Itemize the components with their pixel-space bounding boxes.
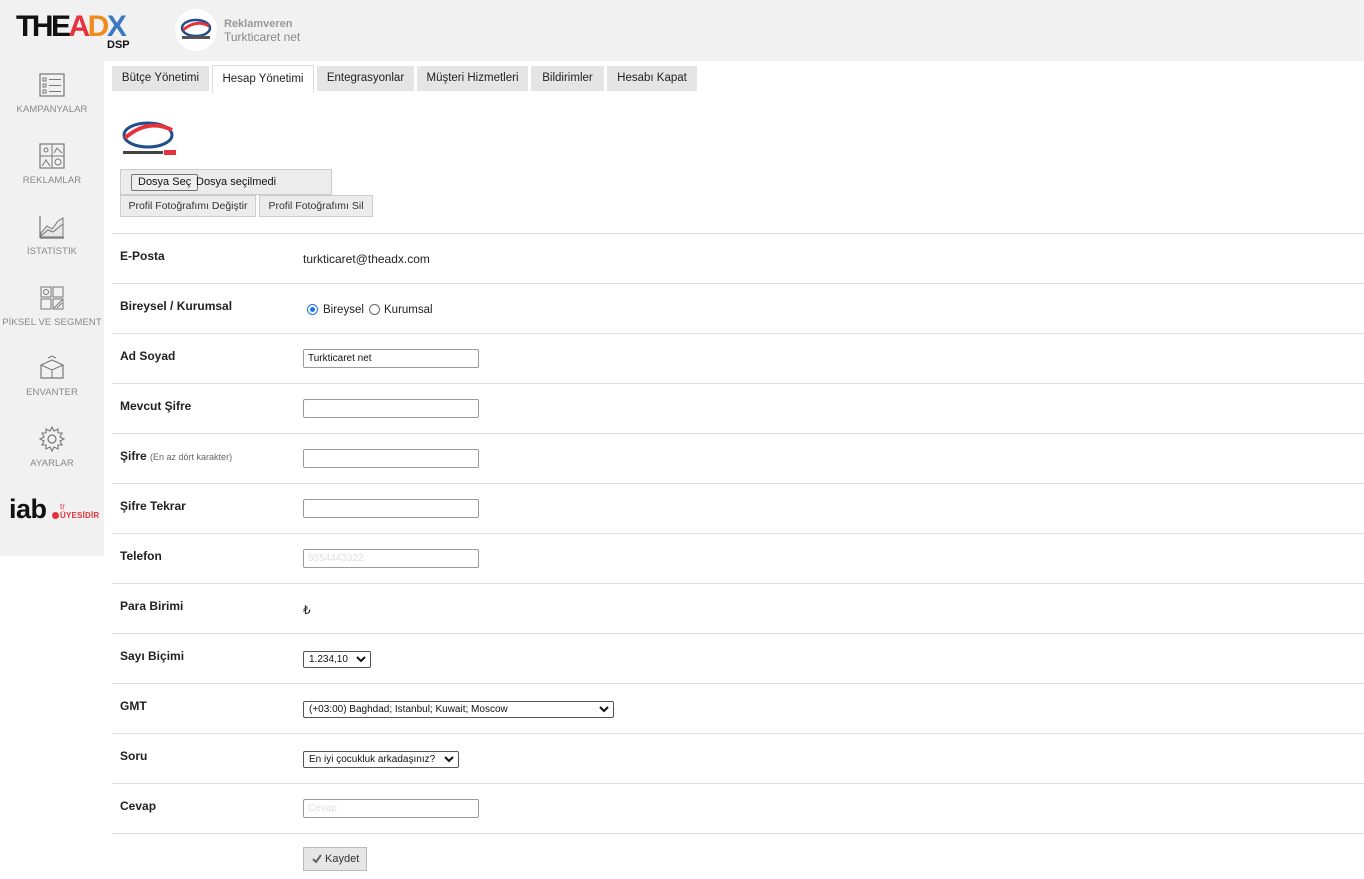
radio-individual-label: Bireysel — [323, 304, 364, 316]
save-button[interactable]: Kaydet — [303, 847, 367, 871]
row-divider — [112, 533, 1364, 534]
logo-text: THEADX — [16, 10, 127, 43]
gmt-label: GMT — [120, 699, 147, 713]
current-password-input[interactable] — [303, 399, 479, 418]
radio-corporate[interactable] — [369, 304, 380, 315]
sidebar-item-label: KAMPANYALAR — [16, 104, 88, 115]
file-upload-field: Dosya Seç Dosya seçilmedi — [120, 169, 332, 195]
chevron-down-icon — [599, 706, 609, 713]
pixel-segment-icon — [40, 286, 64, 310]
phone-input[interactable] — [303, 549, 479, 568]
chevron-down-icon — [444, 756, 454, 763]
row-divider — [112, 433, 1364, 434]
save-button-label: Kaydet — [325, 853, 360, 865]
row-divider — [112, 333, 1364, 334]
row-divider — [112, 733, 1364, 734]
file-status-text: Dosya seçilmedi — [196, 176, 277, 188]
theadx-logo[interactable]: THEADX DSP — [16, 12, 136, 52]
inventory-box-icon — [40, 355, 64, 379]
question-label: Soru — [120, 749, 148, 763]
row-divider — [112, 483, 1364, 484]
security-question-value: En iyi çocukluk arkadaşınız? — [309, 754, 436, 765]
tab-account[interactable]: Hesap Yönetimi — [212, 65, 314, 93]
answer-label: Cevap — [120, 799, 157, 813]
iab-member-badge: iab tr ÜYESİDİR — [9, 494, 99, 528]
row-divider — [112, 833, 1364, 834]
iab-member-text: ÜYESİDİR — [60, 511, 100, 520]
number-format-select[interactable]: 1.234,10 — [303, 651, 371, 668]
password-label: Şifre (En az dört karakter) — [120, 449, 232, 463]
advertiser-avatar[interactable] — [175, 9, 217, 51]
row-divider — [112, 633, 1364, 634]
currency-value: ₺ — [303, 603, 311, 617]
top-header: THEADX DSP Reklamveren Turkticaret net — [0, 0, 1364, 61]
name-input[interactable] — [303, 349, 479, 368]
password-hint: (En az dört karakter) — [150, 452, 233, 462]
choose-file-button[interactable]: Dosya Seç — [131, 174, 199, 191]
radio-corporate-label: Kurumsal — [384, 304, 433, 316]
sidebar-item-statistics[interactable]: İSTATİSTİK — [0, 213, 104, 275]
profile-picture — [120, 118, 180, 160]
advertiser-role: Reklamveren — [224, 18, 293, 30]
row-divider — [112, 783, 1364, 784]
statistics-chart-icon — [39, 216, 64, 239]
sidebar-item-settings[interactable]: AYARLAR — [0, 425, 104, 487]
campaigns-list-icon — [39, 73, 65, 97]
iab-logo-text: iab — [9, 494, 47, 524]
current-password-label: Mevcut Şifre — [120, 399, 192, 413]
account-type-label: Bireysel / Kurumsal — [120, 299, 233, 313]
sidebar-item-label: İSTATİSTİK — [26, 246, 78, 257]
sidebar-item-label: AYARLAR — [30, 458, 74, 469]
tab-customer-service[interactable]: Müşteri Hizmetleri — [417, 66, 528, 91]
chevron-down-icon — [356, 656, 366, 663]
ads-images-icon — [39, 143, 65, 169]
password-input[interactable] — [303, 449, 479, 468]
row-divider — [112, 583, 1364, 584]
password-repeat-label: Şifre Tekrar — [120, 499, 186, 513]
advertiser-name: Turkticaret net — [224, 30, 301, 44]
password-repeat-input[interactable] — [303, 499, 479, 518]
answer-input[interactable] — [303, 799, 479, 818]
currency-label: Para Birimi — [120, 599, 184, 613]
name-label: Ad Soyad — [120, 349, 176, 363]
row-divider — [112, 683, 1364, 684]
row-divider — [112, 233, 1364, 234]
sidebar-item-label: REKLAMLAR — [22, 175, 82, 186]
settings-gear-icon — [38, 425, 66, 453]
row-divider — [112, 283, 1364, 284]
iab-country: tr — [60, 502, 65, 511]
gmt-select[interactable]: (+03:00) Baghdad; Istanbul; Kuwait; Mosc… — [303, 701, 614, 718]
change-profile-photo-button[interactable]: Profil Fotoğrafımı Değiştir — [120, 195, 256, 217]
sidebar-item-campaigns[interactable]: KAMPANYALAR — [0, 71, 104, 133]
delete-profile-photo-button[interactable]: Profil Fotoğrafımı Sil — [259, 195, 373, 217]
phone-label: Telefon — [120, 549, 162, 563]
tab-notifications[interactable]: Bildirimler — [531, 66, 604, 91]
radio-individual[interactable] — [307, 304, 318, 315]
gmt-value: (+03:00) Baghdad; Istanbul; Kuwait; Mosc… — [309, 704, 508, 715]
sidebar-item-pixel-segment[interactable]: PİKSEL VE SEGMENT — [0, 284, 104, 346]
sidebar-item-label: ENVANTER — [26, 387, 78, 398]
email-value: turkticaret@theadx.com — [303, 252, 430, 266]
tab-close-account[interactable]: Hesabı Kapat — [607, 66, 697, 91]
check-icon — [312, 854, 322, 863]
sidebar-item-ads[interactable]: REKLAMLAR — [0, 142, 104, 204]
iab-dot — [52, 512, 59, 519]
logo-sub: DSP — [107, 39, 130, 51]
password-label-text: Şifre — [120, 449, 147, 463]
tab-integrations[interactable]: Entegrasyonlar — [317, 66, 414, 91]
number-format-label: Sayı Biçimi — [120, 649, 185, 663]
number-format-value: 1.234,10 — [309, 654, 348, 665]
row-divider — [112, 383, 1364, 384]
email-label: E-Posta — [120, 249, 165, 263]
tab-budget[interactable]: Bütçe Yönetimi — [112, 66, 209, 91]
security-question-select[interactable]: En iyi çocukluk arkadaşınız? — [303, 751, 459, 768]
sidebar: KAMPANYALAR REKLAMLAR İSTATİSTİK PİKSEL … — [0, 61, 104, 556]
sidebar-item-label: PİKSEL VE SEGMENT — [2, 317, 102, 328]
sidebar-item-inventory[interactable]: ENVANTER — [0, 354, 104, 416]
